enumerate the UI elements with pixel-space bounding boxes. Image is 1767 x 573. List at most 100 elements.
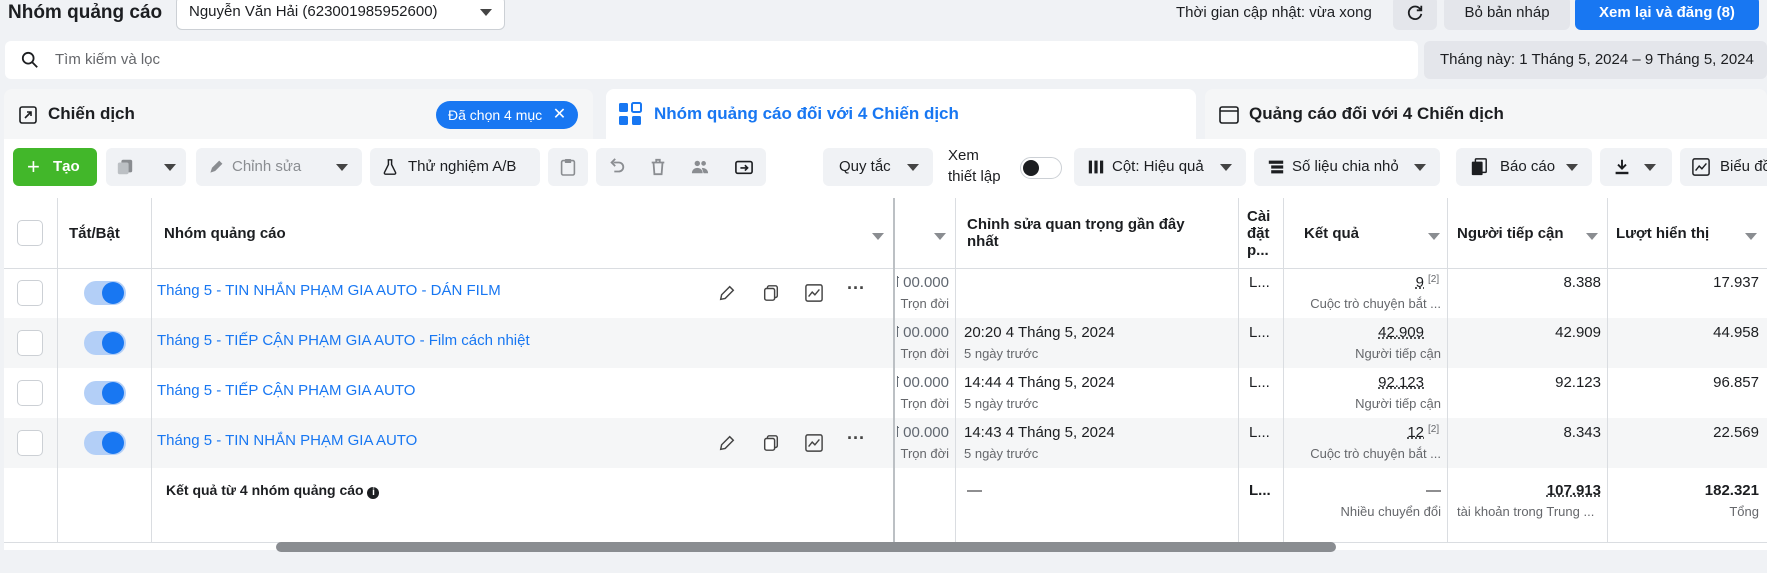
duplicate-button[interactable] [106, 148, 186, 186]
toggle-knob [102, 432, 124, 454]
date-range-picker[interactable]: Tháng này: 1 Tháng 5, 2024 – 9 Tháng 5, … [1424, 41, 1767, 79]
settings-header-line-3: p... [1247, 242, 1269, 259]
adset-name-link[interactable]: Tháng 5 - TIN NHẮN PHẠM GIA AUTO [157, 432, 417, 449]
share-icon[interactable] [734, 158, 754, 176]
paste-button[interactable] [548, 148, 588, 186]
sort-icon[interactable] [1586, 233, 1598, 240]
column-header-results[interactable]: Kết quả [1304, 198, 1424, 268]
last-edit-sub: 5 ngày trước [964, 446, 1039, 461]
rules-button[interactable]: Quy tắc [823, 148, 933, 186]
table-row[interactable]: Tháng 5 - TIN NHẮN PHẠM GIA AUTO - DÁN F… [4, 268, 1767, 318]
more-options-icon[interactable]: ··· [847, 278, 865, 299]
reach-value: 8.388 [1563, 274, 1601, 291]
clipboard-icon [560, 159, 576, 176]
adset-name-link[interactable]: Tháng 5 - TIẾP CẬN PHẠM GIA AUTO - Film … [157, 332, 530, 349]
column-divider [57, 198, 58, 542]
duplicate-icon[interactable] [762, 284, 780, 302]
trash-icon[interactable] [649, 158, 667, 176]
search-placeholder: Tìm kiếm và lọc [55, 51, 161, 68]
view-setup-label: Xem thiết lập [948, 145, 1001, 187]
selected-items-chip[interactable]: Đã chọn 4 mục ✕ [436, 101, 579, 129]
summary-label-text: Kết quả từ 4 nhóm quảng cáo [166, 482, 364, 498]
column-divider [955, 198, 956, 542]
page-title: Nhóm quảng cáo [8, 2, 163, 23]
tab-ads-label: Quảng cáo đối với 4 Chiến dịch [1249, 104, 1504, 123]
sort-icon[interactable] [872, 233, 884, 240]
budget-value: 00.000 đ [897, 424, 949, 441]
reach-value: 92.123 [1555, 374, 1601, 391]
table-row[interactable]: Tháng 5 - TIẾP CẬN PHẠM GIA AUTO 00.000 đ… [4, 368, 1767, 418]
settings-header-line-1: Cài [1247, 208, 1271, 225]
column-header-onoff[interactable]: Tắt/Bật [69, 198, 159, 268]
horizontal-scrollbar[interactable] [276, 542, 1336, 552]
budget-sub: Trọn đời [900, 296, 949, 311]
account-selector[interactable]: Nguyễn Văn Hải (623001985952600) [176, 0, 505, 30]
info-icon[interactable]: i [367, 487, 380, 499]
reports-button[interactable]: Báo cáo [1456, 148, 1592, 186]
column-header-last-edit[interactable]: Chỉnh sửa quan trọng gần đây nhất [967, 198, 1217, 268]
column-divider [1607, 198, 1608, 542]
adset-name-link[interactable]: Tháng 5 - TIẾP CẬN PHẠM GIA AUTO [157, 382, 415, 399]
create-button[interactable]: + Tạo [13, 148, 97, 186]
export-button[interactable] [1600, 148, 1672, 186]
row-checkbox[interactable] [17, 430, 43, 456]
action-button-group [596, 148, 766, 186]
chart-icon[interactable] [805, 434, 823, 452]
select-all-checkbox[interactable] [17, 220, 43, 246]
impressions-value: 22.569 [1713, 424, 1759, 441]
row-checkbox[interactable] [17, 280, 43, 306]
result-sub: Người tiếp cận [1355, 346, 1441, 361]
column-divider [151, 198, 152, 542]
refresh-button[interactable] [1393, 0, 1437, 30]
tab-adsets-label: Nhóm quảng cáo đối với 4 Chiến dịch [654, 104, 959, 123]
undo-icon[interactable] [608, 158, 626, 176]
chart-icon[interactable] [805, 284, 823, 302]
sort-icon[interactable] [1745, 233, 1757, 240]
row-checkbox[interactable] [17, 330, 43, 356]
toolbar: + Tạo Chỉnh sửa Thử nghiệm A/B Quy tắc X… [4, 139, 1767, 198]
people-icon[interactable] [691, 158, 709, 176]
more-options-icon[interactable]: ··· [847, 428, 865, 449]
adset-toggle[interactable] [84, 281, 126, 305]
discard-draft-button[interactable]: Bỏ bản nháp [1444, 0, 1570, 30]
column-header-adset[interactable]: Nhóm quảng cáo [164, 198, 864, 268]
summary-impressions: 182.321 [1704, 482, 1759, 499]
view-setup-line-2: thiết lập [948, 168, 1001, 185]
column-header-impressions[interactable]: Lượt hiển thị [1616, 198, 1746, 268]
tab-ads[interactable]: Quảng cáo đối với 4 Chiến dịch [1205, 89, 1767, 139]
edit-button[interactable]: Chỉnh sửa [196, 148, 362, 186]
column-header-settings[interactable]: Cài đặt p... [1247, 208, 1270, 268]
table-row[interactable]: Tháng 5 - TIẾP CẬN PHẠM GIA AUTO - Film … [4, 318, 1767, 368]
close-icon[interactable]: ✕ [553, 101, 566, 129]
chart-button[interactable]: Biểu đồ [1680, 148, 1767, 186]
view-setup-toggle[interactable] [1020, 157, 1062, 179]
search-icon [21, 51, 38, 68]
adsets-table: Tắt/Bật Nhóm quảng cáo Chỉnh sửa quan tr… [4, 198, 1767, 550]
budget-value: 00.000 đ [897, 374, 949, 391]
tab-adsets[interactable]: Nhóm quảng cáo đối với 4 Chiến dịch [606, 89, 1196, 139]
tab-campaigns[interactable]: Chiến dịch Đã chọn 4 mục ✕ [4, 89, 593, 139]
columns-icon [1088, 160, 1104, 174]
row-checkbox[interactable] [17, 380, 43, 406]
result-value: 92.123 [1378, 374, 1424, 391]
search-filter-input[interactable]: Tìm kiếm và lọc [5, 41, 1418, 79]
pencil-icon[interactable] [718, 434, 736, 452]
sort-icon[interactable] [934, 233, 946, 240]
table-row[interactable]: Tháng 5 - TIN NHẮN PHẠM GIA AUTO ··· 00.00… [4, 418, 1767, 468]
columns-button[interactable]: Cột: Hiệu quả [1074, 148, 1246, 186]
adset-toggle[interactable] [84, 381, 126, 405]
result-sub: Cuộc trò chuyện bắt ... [1310, 446, 1441, 461]
duplicate-icon[interactable] [762, 434, 780, 452]
ab-test-button[interactable]: Thử nghiệm A/B [370, 148, 540, 186]
review-publish-button[interactable]: Xem lại và đăng (8) [1575, 0, 1759, 30]
pencil-icon[interactable] [718, 284, 736, 302]
adset-toggle[interactable] [84, 331, 126, 355]
column-header-reach[interactable]: Người tiếp cận [1457, 198, 1587, 268]
adset-toggle[interactable] [84, 431, 126, 455]
impressions-value: 17.937 [1713, 274, 1759, 291]
adset-name-link[interactable]: Tháng 5 - TIN NHẮN PHẠM GIA AUTO - DÁN F… [157, 282, 501, 299]
sort-icon[interactable] [1428, 233, 1440, 240]
toggle-knob [102, 332, 124, 354]
breakdown-button[interactable]: Số liệu chia nhỏ [1254, 148, 1440, 186]
tab-campaigns-label: Chiến dịch [48, 104, 135, 123]
